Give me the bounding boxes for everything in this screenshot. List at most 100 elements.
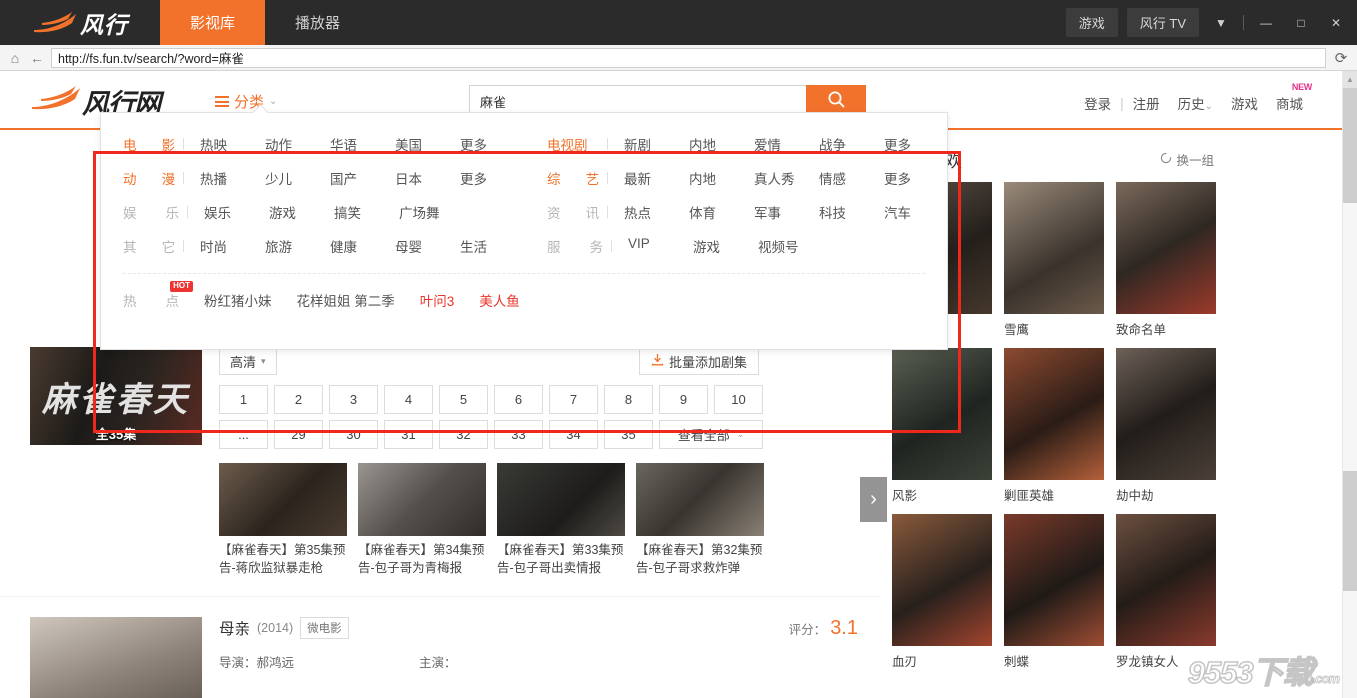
episode-cell[interactable]: 10 [714,385,763,414]
recommendation-card[interactable]: 罗龙镇女人 [1116,514,1216,670]
category-link[interactable]: VIP [628,236,693,256]
reload-icon[interactable]: ⟳ [1329,47,1353,69]
chevron-down-icon[interactable]: ▼ [1208,10,1234,36]
thumbnail-item[interactable]: 【麻雀春天】第32集预告-包子哥求救炸弹 [636,463,764,578]
category-head-entertainment[interactable]: 娱 乐 [123,202,179,222]
tab-player[interactable]: 播放器 [265,0,370,45]
category-link[interactable]: 搞笑 [334,202,399,222]
category-link[interactable]: 内地 [689,134,754,154]
mall-link[interactable]: 商城 NEW [1267,93,1312,113]
recommendation-card[interactable]: 刺蝶 [1004,514,1104,670]
category-link[interactable]: 更多 [460,134,525,154]
category-link[interactable]: 游戏 [269,202,334,222]
category-head-news[interactable]: 资 讯 [547,202,599,222]
url-input[interactable]: http://fs.fun.tv/search/?word=麻雀 [51,48,1326,68]
page-scrollbar[interactable]: ▲ [1342,71,1357,698]
episode-cell[interactable]: 33 [494,420,543,449]
register-link[interactable]: 注册 [1124,93,1169,113]
scrollbar-thumb[interactable] [1343,88,1357,203]
thumbnail-item[interactable]: 【麻雀春天】第34集预告-包子哥为青梅报 [358,463,486,578]
view-all-episodes-button[interactable]: 查看全部 ⌄ [659,420,763,449]
episode-cell[interactable]: 3 [329,385,378,414]
recommendation-card[interactable]: 致命名单 [1116,182,1216,338]
director-name[interactable]: 郝鸿远 [257,656,295,670]
recommendation-card[interactable]: 劫中劫 [1116,348,1216,504]
recommendation-card[interactable]: 血刃 [892,514,992,670]
category-head-variety[interactable]: 综 艺 [547,168,599,188]
result-poster[interactable]: 麻雀春天 全35集 [30,347,202,445]
category-link[interactable]: 视频号 [758,236,823,256]
category-link[interactable]: 生活 [460,236,525,256]
scrollbar-thumb[interactable] [1343,471,1357,591]
episode-cell[interactable]: 1 [219,385,268,414]
category-link[interactable]: 更多 [460,168,525,188]
episode-cell[interactable]: 9 [659,385,708,414]
recommendation-card[interactable]: 风影 [892,348,992,504]
episode-cell[interactable]: 5 [439,385,488,414]
category-link[interactable]: 新剧 [624,134,689,154]
category-link[interactable]: 真人秀 [754,168,819,188]
episode-cell[interactable]: 4 [384,385,433,414]
category-link[interactable]: 动作 [265,134,330,154]
category-link[interactable]: 情感 [819,168,884,188]
thumbnail-item[interactable]: 【麻雀春天】第35集预告-蒋欣监狱暴走枪 [219,463,347,578]
category-link[interactable]: 战争 [819,134,884,154]
category-link[interactable]: 体育 [689,202,754,222]
episode-cell[interactable]: 35 [604,420,653,449]
result-title[interactable]: 母亲 [219,617,250,639]
category-link[interactable]: 更多 [884,134,949,154]
recommendation-card[interactable]: 剿匪英雄 [1004,348,1104,504]
hot-topic-item[interactable]: 叶问3 [420,290,455,310]
quality-select[interactable]: 高清 ▾ [219,347,277,375]
category-head-service[interactable]: 服 务 [547,236,603,256]
category-link[interactable]: 旅游 [265,236,330,256]
hot-topic-item[interactable]: 美人鱼 [479,290,520,310]
result-type-tag[interactable]: 微电影 [300,617,349,639]
episode-cell[interactable]: 2 [274,385,323,414]
back-icon[interactable]: ← [26,47,48,69]
category-link[interactable]: 更多 [884,168,949,188]
maximize-icon[interactable]: □ [1288,10,1314,36]
episode-cell[interactable]: 6 [494,385,543,414]
episode-cell[interactable]: 31 [384,420,433,449]
hot-topic-item[interactable]: 花样姐姐 第二季 [297,290,395,310]
category-head-other[interactable]: 其 它 [123,236,175,256]
category-link[interactable]: 热播 [200,168,265,188]
episode-cell-ellipsis[interactable]: ... [219,420,268,449]
category-link[interactable]: 少儿 [265,168,330,188]
category-head-movie[interactable]: 电 影 [123,134,175,154]
category-link[interactable]: 日本 [395,168,460,188]
episode-cell[interactable]: 8 [604,385,653,414]
hot-topic-item[interactable]: 粉红猪小妹 [204,290,272,310]
batch-add-episodes-button[interactable]: 批量添加剧集 [639,347,759,375]
titlebar-games-button[interactable]: 游戏 [1066,8,1118,37]
episode-cell[interactable]: 7 [549,385,598,414]
thumbnail-item[interactable]: 【麻雀春天】第33集预告-包子哥出卖情报 [497,463,625,578]
titlebar-fxtv-button[interactable]: 风行 TV [1127,8,1199,37]
category-link[interactable]: 健康 [330,236,395,256]
category-link[interactable]: 母婴 [395,236,460,256]
category-link[interactable]: 汽车 [884,202,949,222]
category-link[interactable]: 华语 [330,134,395,154]
scroll-up-icon[interactable]: ▲ [1343,71,1357,88]
home-icon[interactable]: ⌂ [4,47,26,69]
refresh-set-button[interactable]: 换一组 [1160,150,1214,169]
category-link[interactable]: 科技 [819,202,884,222]
tab-media-library[interactable]: 影视库 [160,0,265,45]
games-link[interactable]: 游戏 [1222,93,1267,113]
category-link[interactable]: 广场舞 [399,202,464,222]
minimize-icon[interactable]: — [1253,10,1279,36]
category-menu-button[interactable]: 分类 ⌄ [215,91,277,112]
episode-cell[interactable]: 30 [329,420,378,449]
category-link[interactable]: 热映 [200,134,265,154]
result-poster[interactable] [30,617,202,698]
episode-cell[interactable]: 32 [439,420,488,449]
category-link[interactable]: 热点 [624,202,689,222]
episode-cell[interactable]: 34 [549,420,598,449]
episode-cell[interactable]: 29 [274,420,323,449]
login-link[interactable]: 登录 [1075,93,1120,113]
category-link[interactable]: 内地 [689,168,754,188]
category-link[interactable]: 美国 [395,134,460,154]
category-link[interactable]: 时尚 [200,236,265,256]
recommendation-card[interactable]: 雪鹰 [1004,182,1104,338]
